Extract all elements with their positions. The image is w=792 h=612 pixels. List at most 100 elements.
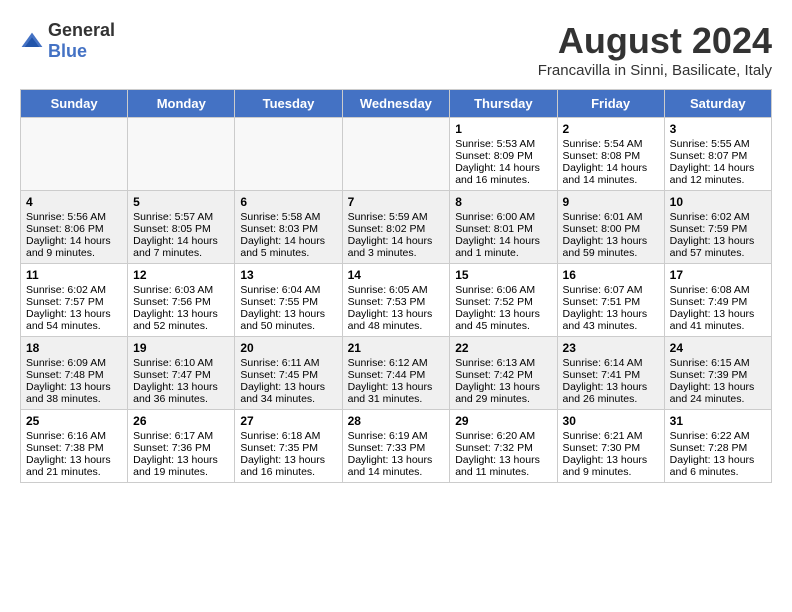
day-info: Sunset: 7:48 PM [26, 369, 122, 381]
logo-general: General [48, 20, 115, 40]
day-info: Sunrise: 6:03 AM [133, 284, 229, 296]
day-info: and 52 minutes. [133, 320, 229, 332]
day-info: Daylight: 13 hours [670, 381, 766, 393]
day-info: and 36 minutes. [133, 393, 229, 405]
day-info: and 5 minutes. [240, 247, 336, 259]
day-info: Sunset: 7:28 PM [670, 442, 766, 454]
day-info: Sunset: 7:47 PM [133, 369, 229, 381]
calendar-day-1: 1Sunrise: 5:53 AMSunset: 8:09 PMDaylight… [450, 118, 557, 191]
day-info: Daylight: 14 hours [133, 235, 229, 247]
day-number: 13 [240, 268, 336, 282]
day-info: Sunrise: 6:18 AM [240, 430, 336, 442]
day-info: Sunset: 7:32 PM [455, 442, 551, 454]
day-info: Daylight: 14 hours [348, 235, 445, 247]
day-info: Daylight: 13 hours [133, 308, 229, 320]
day-info: and 3 minutes. [348, 247, 445, 259]
day-info: and 26 minutes. [563, 393, 659, 405]
day-info: and 29 minutes. [455, 393, 551, 405]
day-info: Sunset: 7:57 PM [26, 296, 122, 308]
day-info: Sunset: 7:49 PM [670, 296, 766, 308]
calendar-header-sunday: Sunday [21, 90, 128, 118]
calendar-day-29: 29Sunrise: 6:20 AMSunset: 7:32 PMDayligh… [450, 410, 557, 483]
calendar-day-empty [235, 118, 342, 191]
calendar-day-3: 3Sunrise: 5:55 AMSunset: 8:07 PMDaylight… [664, 118, 771, 191]
day-info: Daylight: 13 hours [563, 235, 659, 247]
day-info: Daylight: 13 hours [348, 381, 445, 393]
day-info: Daylight: 13 hours [563, 381, 659, 393]
day-info: Sunset: 7:42 PM [455, 369, 551, 381]
day-info: Sunrise: 6:22 AM [670, 430, 766, 442]
day-info: Sunrise: 5:57 AM [133, 211, 229, 223]
day-number: 28 [348, 414, 445, 428]
day-info: Sunset: 7:55 PM [240, 296, 336, 308]
day-number: 24 [670, 341, 766, 355]
day-number: 25 [26, 414, 122, 428]
day-info: Sunset: 7:33 PM [348, 442, 445, 454]
calendar-day-14: 14Sunrise: 6:05 AMSunset: 7:53 PMDayligh… [342, 264, 450, 337]
logo-icon [20, 31, 44, 51]
calendar-day-17: 17Sunrise: 6:08 AMSunset: 7:49 PMDayligh… [664, 264, 771, 337]
day-number: 10 [670, 195, 766, 209]
calendar-day-16: 16Sunrise: 6:07 AMSunset: 7:51 PMDayligh… [557, 264, 664, 337]
day-info: Daylight: 13 hours [240, 381, 336, 393]
day-info: Sunset: 7:51 PM [563, 296, 659, 308]
day-info: and 31 minutes. [348, 393, 445, 405]
day-number: 23 [563, 341, 659, 355]
day-info: Daylight: 13 hours [455, 381, 551, 393]
day-info: Sunset: 8:06 PM [26, 223, 122, 235]
day-info: Sunset: 7:35 PM [240, 442, 336, 454]
day-info: Sunrise: 6:07 AM [563, 284, 659, 296]
day-info: Sunrise: 6:08 AM [670, 284, 766, 296]
calendar-day-empty [342, 118, 450, 191]
calendar-day-2: 2Sunrise: 5:54 AMSunset: 8:08 PMDaylight… [557, 118, 664, 191]
day-info: Daylight: 13 hours [26, 454, 122, 466]
day-number: 22 [455, 341, 551, 355]
day-number: 2 [563, 122, 659, 136]
day-info: Sunrise: 6:06 AM [455, 284, 551, 296]
day-info: Daylight: 13 hours [26, 381, 122, 393]
day-info: Sunrise: 5:53 AM [455, 138, 551, 150]
day-info: Sunset: 7:36 PM [133, 442, 229, 454]
day-number: 20 [240, 341, 336, 355]
day-info: and 41 minutes. [670, 320, 766, 332]
day-number: 12 [133, 268, 229, 282]
day-number: 7 [348, 195, 445, 209]
calendar-day-23: 23Sunrise: 6:14 AMSunset: 7:41 PMDayligh… [557, 337, 664, 410]
day-info: Sunset: 7:41 PM [563, 369, 659, 381]
day-info: and 45 minutes. [455, 320, 551, 332]
day-info: Daylight: 13 hours [240, 454, 336, 466]
day-info: Sunset: 8:09 PM [455, 150, 551, 162]
calendar-day-empty [21, 118, 128, 191]
day-info: and 24 minutes. [670, 393, 766, 405]
day-info: Sunset: 8:00 PM [563, 223, 659, 235]
day-info: and 48 minutes. [348, 320, 445, 332]
calendar-day-12: 12Sunrise: 6:03 AMSunset: 7:56 PMDayligh… [128, 264, 235, 337]
day-number: 1 [455, 122, 551, 136]
day-info: Sunrise: 6:11 AM [240, 357, 336, 369]
day-info: Sunrise: 5:54 AM [563, 138, 659, 150]
day-info: Daylight: 14 hours [563, 162, 659, 174]
day-info: Daylight: 13 hours [348, 308, 445, 320]
day-info: Sunset: 7:38 PM [26, 442, 122, 454]
calendar-header-friday: Friday [557, 90, 664, 118]
calendar-day-5: 5Sunrise: 5:57 AMSunset: 8:05 PMDaylight… [128, 191, 235, 264]
day-info: Daylight: 13 hours [670, 454, 766, 466]
calendar-day-30: 30Sunrise: 6:21 AMSunset: 7:30 PMDayligh… [557, 410, 664, 483]
day-info: and 57 minutes. [670, 247, 766, 259]
day-info: Sunrise: 5:58 AM [240, 211, 336, 223]
calendar-header-row: SundayMondayTuesdayWednesdayThursdayFrid… [21, 90, 772, 118]
calendar-day-6: 6Sunrise: 5:58 AMSunset: 8:03 PMDaylight… [235, 191, 342, 264]
day-info: Sunset: 7:45 PM [240, 369, 336, 381]
day-info: Sunrise: 5:56 AM [26, 211, 122, 223]
day-info: Sunrise: 5:59 AM [348, 211, 445, 223]
day-info: Sunrise: 6:01 AM [563, 211, 659, 223]
day-info: Sunrise: 6:05 AM [348, 284, 445, 296]
day-info: Daylight: 13 hours [670, 308, 766, 320]
day-info: Sunrise: 6:21 AM [563, 430, 659, 442]
calendar-day-28: 28Sunrise: 6:19 AMSunset: 7:33 PMDayligh… [342, 410, 450, 483]
calendar-header-thursday: Thursday [450, 90, 557, 118]
calendar-table: SundayMondayTuesdayWednesdayThursdayFrid… [20, 89, 772, 483]
calendar-header-monday: Monday [128, 90, 235, 118]
day-info: and 19 minutes. [133, 466, 229, 478]
day-info: and 12 minutes. [670, 174, 766, 186]
